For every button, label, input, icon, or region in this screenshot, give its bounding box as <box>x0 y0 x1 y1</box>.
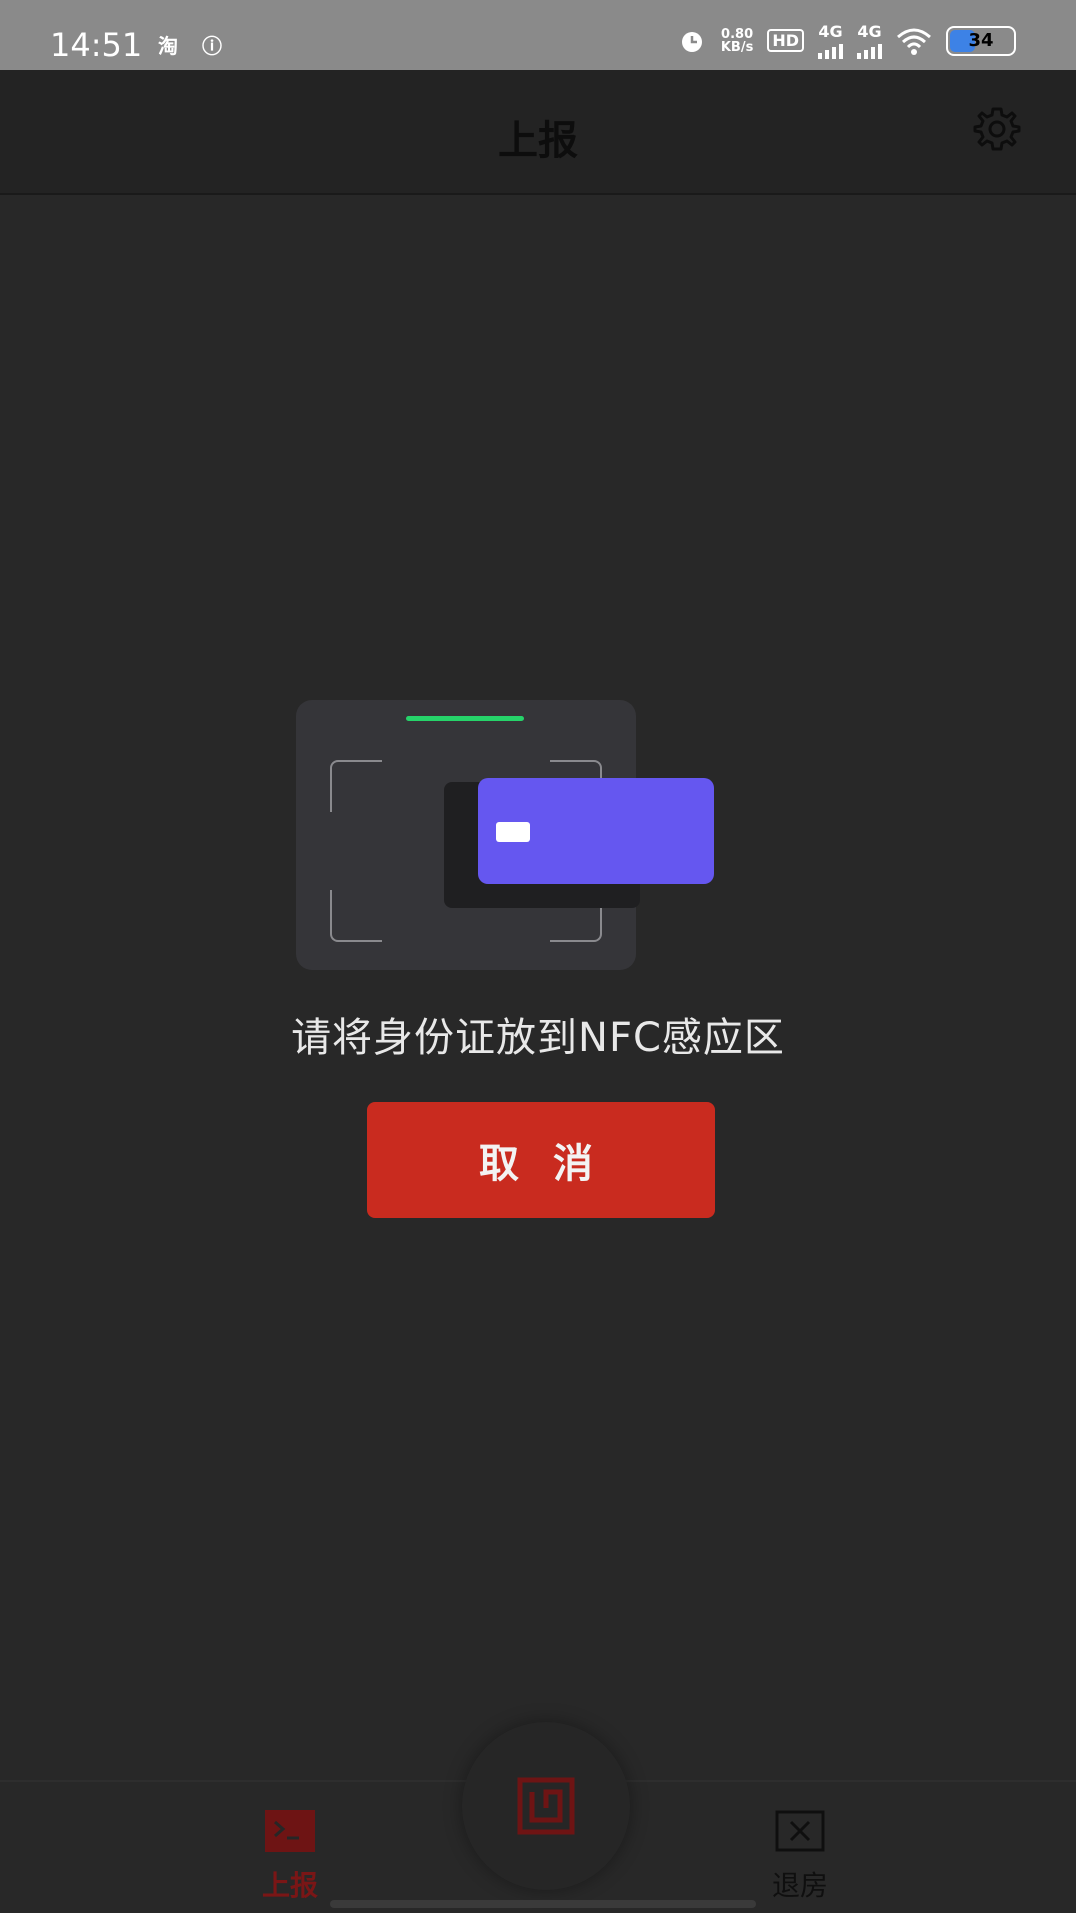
nfc-instruction-text: 请将身份证放到NFC感应区 <box>291 1015 785 1061</box>
nfc-scan-icon <box>517 1777 575 1835</box>
home-indicator[interactable] <box>330 1900 756 1908</box>
status-indicators: 0.80 KB/s HD 4G 4G 34 <box>677 22 1016 59</box>
nav-label-report: 上报 <box>261 1869 318 1902</box>
nav-item-checkout[interactable]: 退房 <box>720 1810 880 1904</box>
cancel-button[interactable]: 取 消 <box>367 1102 715 1218</box>
nfc-scan-button[interactable] <box>462 1722 630 1890</box>
id-card-icon <box>478 778 714 884</box>
signal-4g-1: 4G <box>818 22 843 59</box>
scan-frame-corner <box>330 760 382 812</box>
app-screen: 上报 请将身份证放到NFC感应区 取 消 上报 退房 <box>0 70 1076 1913</box>
battery-indicator: 34 <box>946 25 1016 56</box>
top-app-bar: 上报 <box>0 70 1076 195</box>
signal-4g-2: 4G <box>857 22 882 59</box>
signal-bars-icon <box>818 41 843 59</box>
network-speed: 0.80 KB/s <box>720 26 754 55</box>
hd-indicator: HD <box>767 29 804 52</box>
page-title: 上报 <box>498 118 578 164</box>
alarm-icon <box>681 31 702 52</box>
nav-item-report[interactable]: 上报 <box>210 1810 370 1904</box>
status-time: 14:51 <box>50 26 143 64</box>
nav-label-checkout: 退房 <box>771 1869 828 1902</box>
signal-bars-icon <box>857 41 882 59</box>
app-notification-icon: ⓘ <box>202 34 222 58</box>
nfc-reader-illustration <box>250 630 810 970</box>
card-chip <box>496 822 530 842</box>
scan-frame-corner <box>330 890 382 942</box>
status-bar: 14:51 淘 ⓘ 0.80 KB/s HD 4G 4G 34 <box>0 0 1076 70</box>
gear-icon[interactable] <box>972 104 1022 154</box>
close-box-icon <box>775 1810 825 1852</box>
taobao-icon: 淘 <box>158 34 178 58</box>
reader-led <box>406 716 524 721</box>
terminal-icon <box>265 1810 315 1852</box>
wifi-icon <box>897 28 931 55</box>
